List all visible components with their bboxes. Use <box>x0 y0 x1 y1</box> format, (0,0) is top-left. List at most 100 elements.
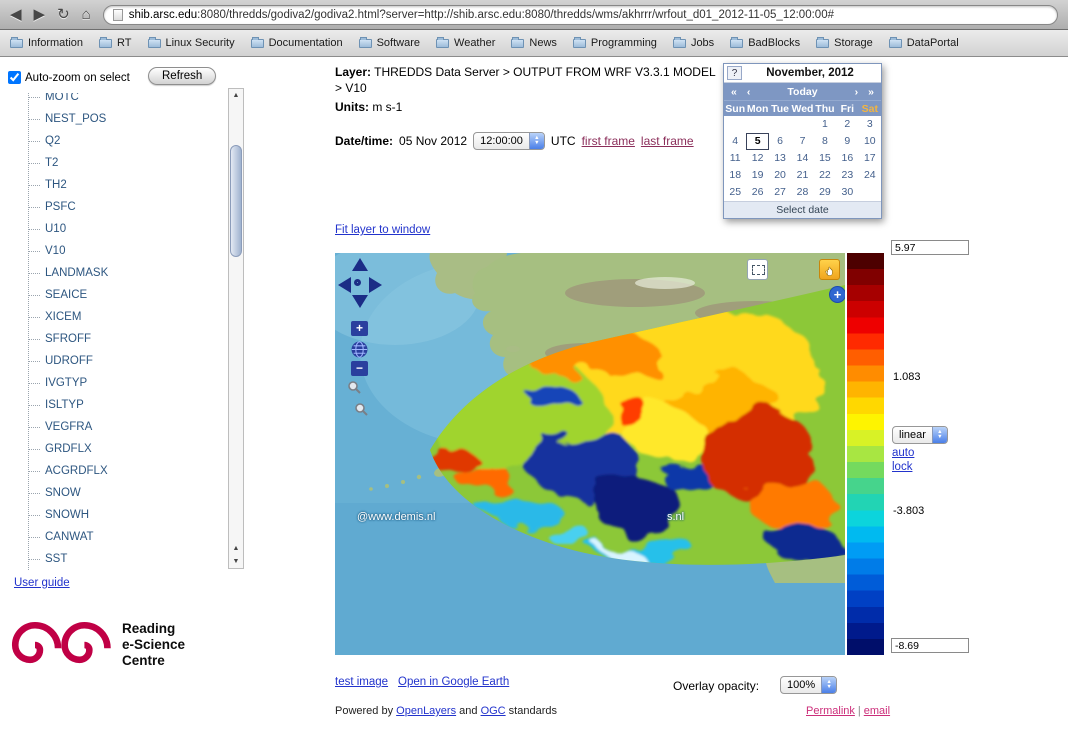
calendar-day[interactable]: 22 <box>814 167 836 184</box>
calendar-day[interactable]: 17 <box>859 150 881 167</box>
calendar-next-year-button[interactable]: » <box>863 86 879 98</box>
calendar-day[interactable]: 24 <box>859 167 881 184</box>
calendar-day[interactable]: 23 <box>836 167 858 184</box>
google-earth-link[interactable]: Open in Google Earth <box>398 676 509 688</box>
bookmark-item[interactable]: Linux Security <box>148 37 235 49</box>
permalink-link[interactable]: Permalink <box>806 705 855 717</box>
refresh-button[interactable]: Refresh <box>148 67 216 85</box>
bookmark-item[interactable]: Weather <box>436 37 495 49</box>
calendar-day[interactable]: 11 <box>724 150 746 167</box>
layer-tree-item[interactable]: Q2 <box>29 130 220 152</box>
layer-tree-item[interactable]: SFROFF <box>29 328 220 350</box>
zoom-world-icon[interactable] <box>351 341 368 361</box>
layer-tree-item[interactable]: IVGTYP <box>29 372 220 394</box>
calendar-day[interactable]: 1 <box>814 116 836 133</box>
layer-tree-item[interactable]: GRDFLX <box>29 438 220 460</box>
autozoom-checkbox[interactable] <box>8 71 21 84</box>
calendar-day[interactable]: 26 <box>746 184 768 201</box>
pan-left-icon[interactable] <box>338 277 351 293</box>
layer-tree-item[interactable]: V10 <box>29 240 220 262</box>
calendar-prev-month-button[interactable]: ‹ <box>742 86 756 98</box>
pan-hand-button[interactable] <box>819 259 840 280</box>
zoom-in-icon[interactable]: + <box>351 321 368 336</box>
calendar-next-month-button[interactable]: › <box>850 86 864 98</box>
calendar-day[interactable]: 14 <box>791 150 813 167</box>
bookmark-item[interactable]: Programming <box>573 37 657 49</box>
layer-tree-item[interactable]: T2 <box>29 152 220 174</box>
home-icon[interactable]: ⌂ <box>82 7 91 22</box>
openlayers-link[interactable]: OpenLayers <box>396 705 456 717</box>
url-bar[interactable]: shib.arsc.edu:8080/thredds/godiva2/godiv… <box>103 5 1058 25</box>
forward-icon[interactable]: ▶ <box>34 7 46 22</box>
map-viewport[interactable]: @www.demis.nl s.nl + − <box>335 253 845 655</box>
scale-auto-link[interactable]: auto <box>892 447 914 459</box>
bookmark-item[interactable]: DataPortal <box>889 37 959 49</box>
ogc-link[interactable]: OGC <box>481 705 506 717</box>
calendar-day[interactable]: 20 <box>769 167 791 184</box>
scale-type-select[interactable]: linear ▲▼ <box>892 426 948 444</box>
bookmark-item[interactable]: Information <box>10 37 83 49</box>
layer-tree-item[interactable]: PSFC <box>29 196 220 218</box>
pan-up-icon[interactable] <box>352 258 368 271</box>
layer-tree-item[interactable]: ISLTYP <box>29 394 220 416</box>
scroll-up-icon[interactable]: ▲ <box>229 89 243 102</box>
layer-tree-item[interactable]: TH2 <box>29 174 220 196</box>
pan-center-icon[interactable] <box>354 279 361 286</box>
calendar-prev-year-button[interactable]: « <box>726 86 742 98</box>
scale-lock-link[interactable]: lock <box>892 461 912 473</box>
layer-tree-item[interactable]: CANWAT <box>29 526 220 548</box>
pan-down-icon[interactable] <box>352 295 368 308</box>
calendar-day[interactable]: 30 <box>836 184 858 201</box>
calendar-day[interactable]: 29 <box>814 184 836 201</box>
zoom-history-back-icon[interactable] <box>347 380 361 397</box>
calendar-select-date[interactable]: Select date <box>724 201 881 218</box>
calendar-day[interactable]: 8 <box>814 133 836 150</box>
tree-scrollbar[interactable]: ▲ ▲ ▼ <box>228 88 244 569</box>
email-link[interactable]: email <box>864 705 890 717</box>
calendar-day[interactable]: 9 <box>836 133 858 150</box>
calendar-day[interactable]: 7 <box>791 133 813 150</box>
scroll-up2-icon[interactable]: ▲ <box>229 542 243 555</box>
bookmark-item[interactable]: Storage <box>816 37 873 49</box>
layer-tree-item[interactable]: SEAICE <box>29 284 220 306</box>
layer-tree-item[interactable]: U10 <box>29 218 220 240</box>
reload-icon[interactable]: ↻ <box>57 7 70 22</box>
calendar-day[interactable]: 6 <box>769 133 791 150</box>
calendar-today-button[interactable]: Today <box>755 86 849 98</box>
bookmark-item[interactable]: RT <box>99 37 131 49</box>
scale-max-input[interactable] <box>891 240 969 255</box>
layer-tree-item[interactable]: NEST_POS <box>29 108 220 130</box>
opacity-select[interactable]: 100% ▲▼ <box>780 676 837 694</box>
calendar-day[interactable]: 16 <box>836 150 858 167</box>
layer-tree-item[interactable]: SNOW <box>29 482 220 504</box>
calendar-day[interactable]: 19 <box>746 167 768 184</box>
back-icon[interactable]: ◀ <box>10 7 22 22</box>
calendar-day[interactable]: 13 <box>769 150 791 167</box>
bookmark-item[interactable]: Documentation <box>251 37 343 49</box>
calendar-day[interactable]: 10 <box>859 133 881 150</box>
layer-tree-item[interactable]: LANDMASK <box>29 262 220 284</box>
time-select[interactable]: 12:00:00 ▲▼ <box>473 132 545 150</box>
zoom-history-forward-icon[interactable] <box>354 402 368 419</box>
calendar-day[interactable]: 28 <box>791 184 813 201</box>
bookmark-item[interactable]: Jobs <box>673 37 714 49</box>
scroll-down-icon[interactable]: ▼ <box>229 555 243 568</box>
layer-switcher-button[interactable]: + <box>829 286 845 303</box>
layer-tree-item[interactable]: SNOWH <box>29 504 220 526</box>
calendar-day[interactable]: 25 <box>724 184 746 201</box>
test-image-link[interactable]: test image <box>335 676 388 688</box>
calendar-day[interactable]: 4 <box>724 133 746 150</box>
first-frame-link[interactable]: first frame <box>582 134 635 148</box>
layer-tree-item[interactable]: UDROFF <box>29 350 220 372</box>
bookmark-item[interactable]: Software <box>359 37 420 49</box>
bookmark-item[interactable]: BadBlocks <box>730 37 800 49</box>
zoom-box-button[interactable] <box>747 259 768 280</box>
calendar-day[interactable]: 18 <box>724 167 746 184</box>
layer-tree-item[interactable]: VEGFRA <box>29 416 220 438</box>
zoom-out-icon[interactable]: − <box>351 361 368 376</box>
fit-layer-link[interactable]: Fit layer to window <box>335 224 430 236</box>
layer-tree-item[interactable]: MOTC <box>29 93 220 108</box>
user-guide-link[interactable]: User guide <box>14 577 70 589</box>
calendar-day[interactable]: 21 <box>791 167 813 184</box>
calendar-day[interactable]: 2 <box>836 116 858 133</box>
